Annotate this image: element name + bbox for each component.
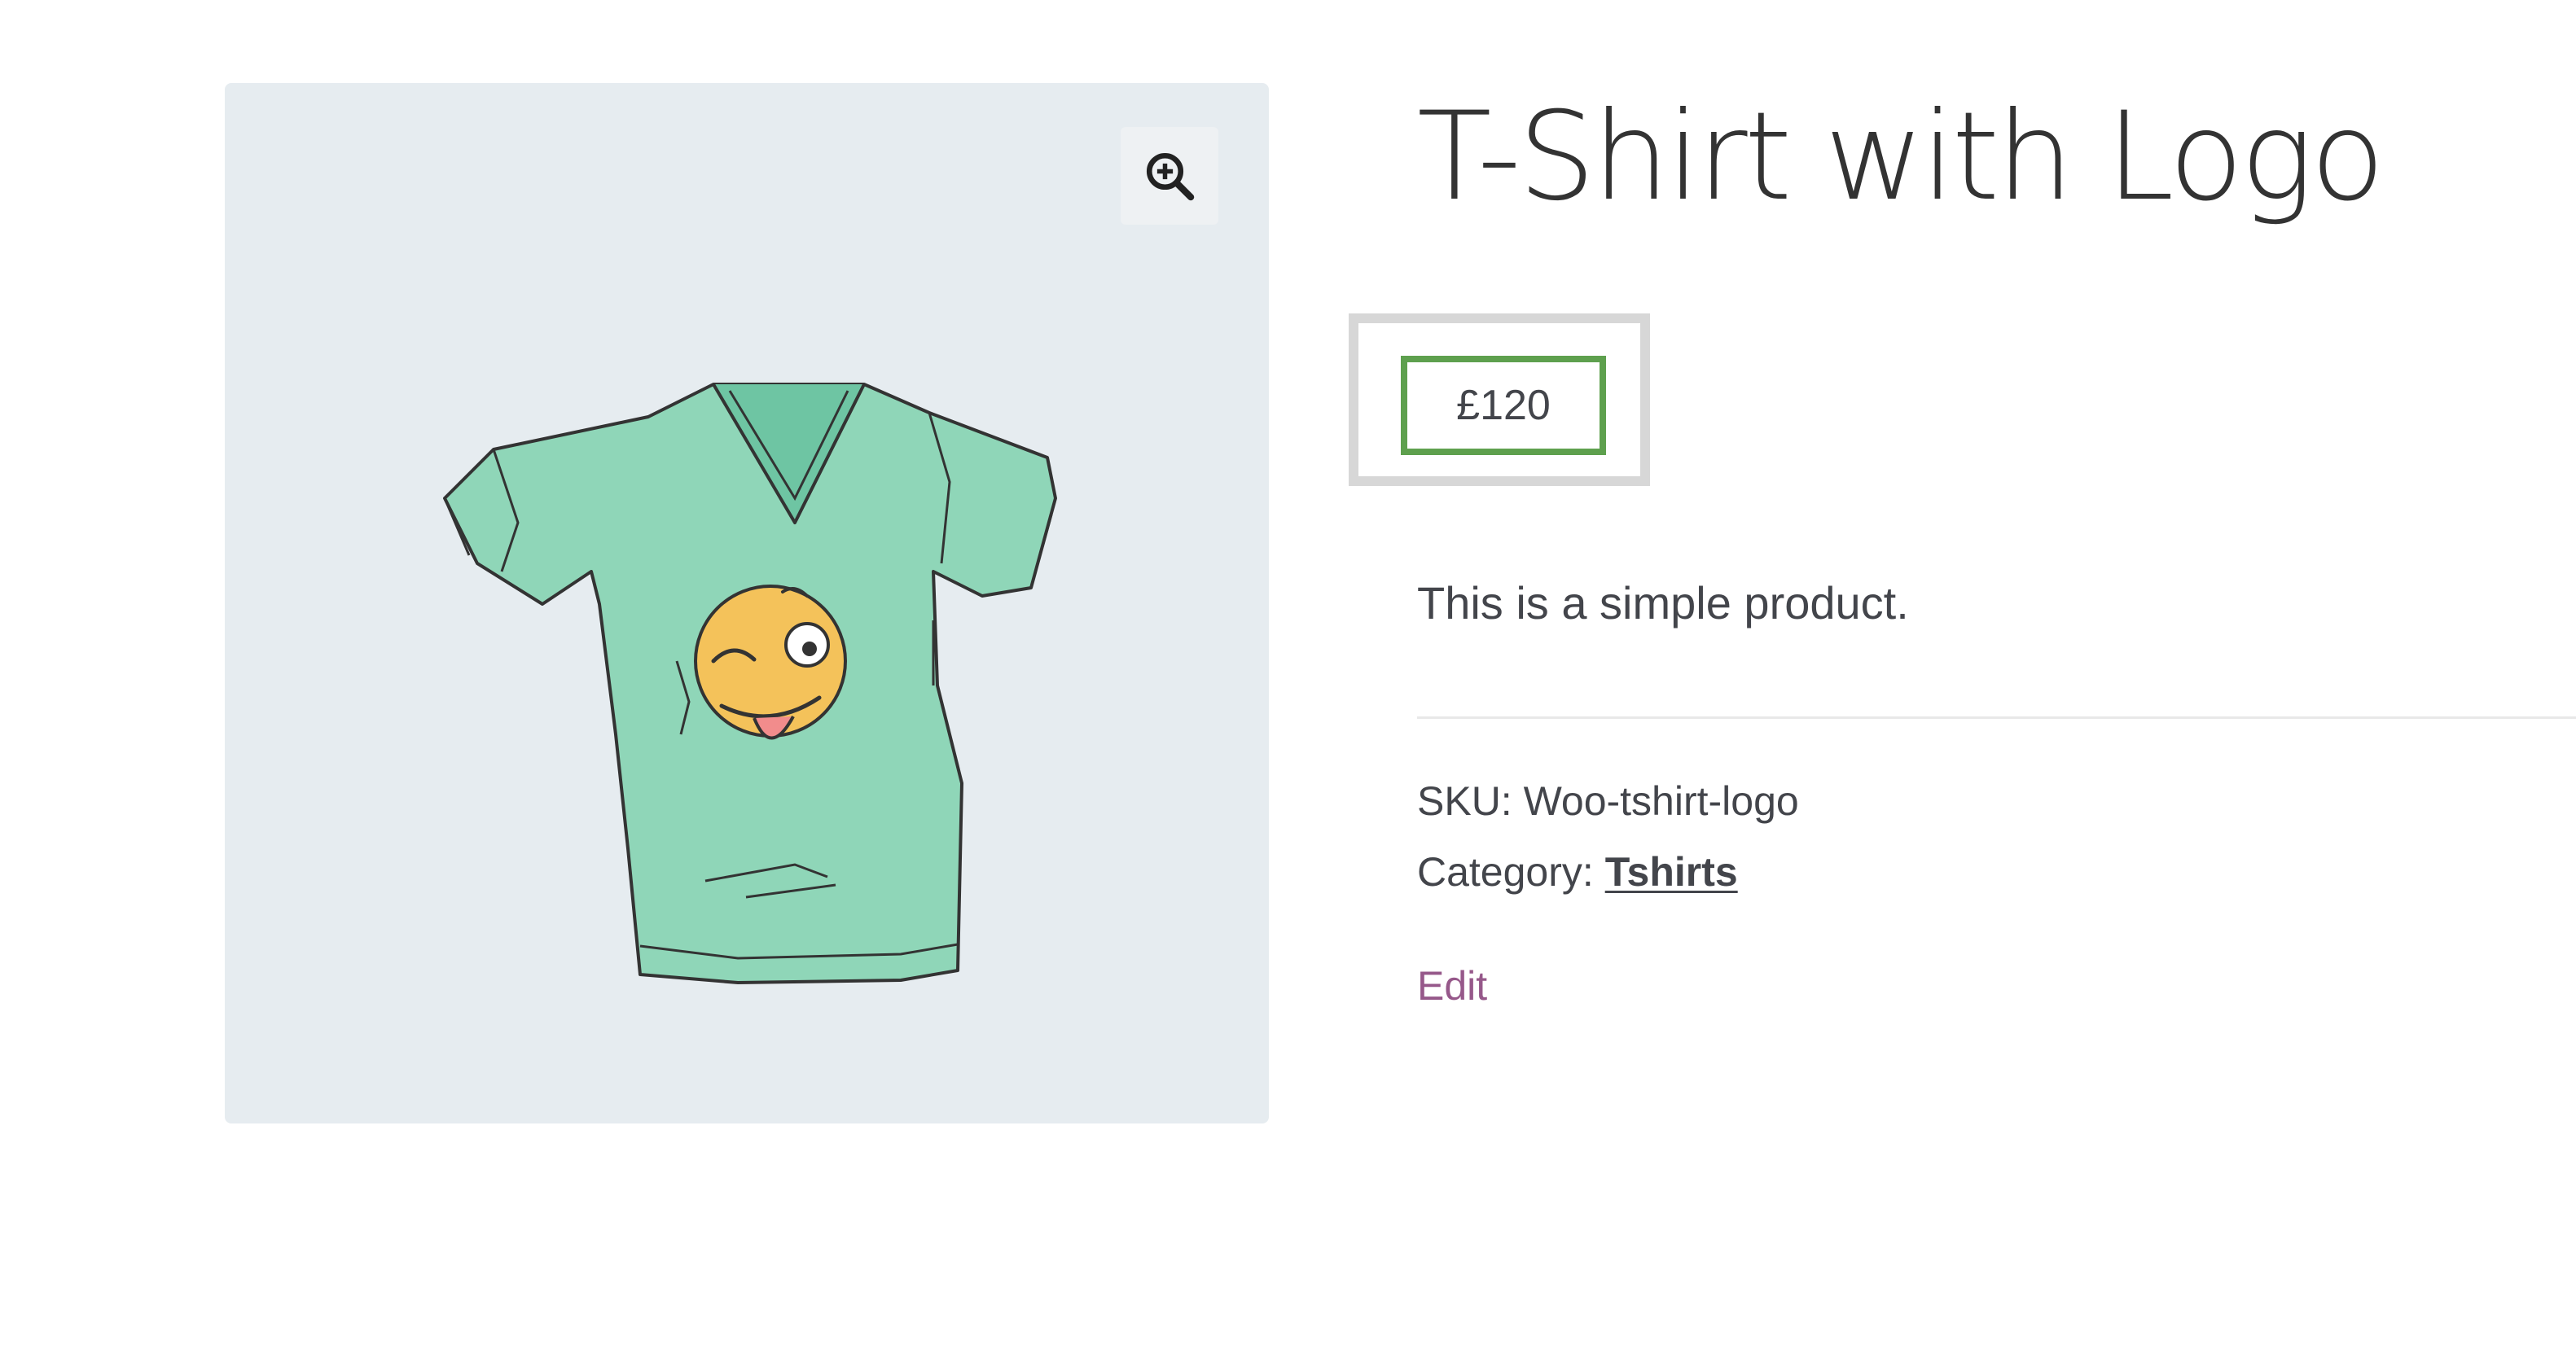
gallery-zoom-button[interactable] <box>1121 127 1218 225</box>
product-short-description: This is a simple product. <box>1417 577 1909 629</box>
tshirt-product-image[interactable] <box>412 278 1112 1011</box>
product-price: £120 <box>1401 356 1606 455</box>
product-summary: T-Shirt with Logo £120 This is a simple … <box>1349 0 2576 1349</box>
edit-product-link[interactable]: Edit <box>1417 962 1487 1010</box>
product-gallery <box>225 83 1269 1123</box>
sku-meta: SKU: Woo-tshirt-logo <box>1417 777 1799 825</box>
category-link-tshirts[interactable]: Tshirts <box>1605 849 1738 895</box>
sku-label: SKU: <box>1417 778 1512 824</box>
divider <box>1417 716 2576 719</box>
product-title: T-Shirt with Logo <box>1417 86 2385 228</box>
category-meta: Category: Tshirts <box>1417 848 1738 896</box>
price-highlight-frame: £120 <box>1349 313 1650 486</box>
category-label: Category: <box>1417 849 1594 895</box>
sku-value: Woo-tshirt-logo <box>1523 778 1799 824</box>
zoom-in-icon <box>1146 152 1195 201</box>
